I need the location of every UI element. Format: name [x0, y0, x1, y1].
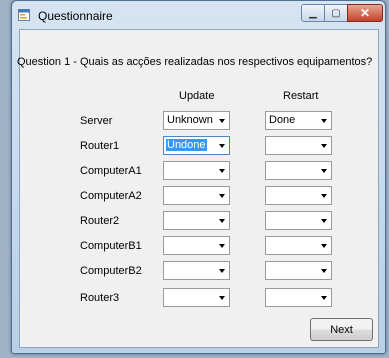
- update-combo-computera2[interactable]: [163, 186, 230, 205]
- next-button[interactable]: Next: [310, 318, 373, 341]
- chevron-down-icon: [321, 296, 327, 300]
- update-combo-server[interactable]: Unknown: [163, 111, 230, 130]
- restart-combo-router3[interactable]: [265, 288, 332, 307]
- row-label-server: Server: [80, 115, 113, 127]
- row-label-computera1: ComputerA1: [80, 165, 142, 177]
- restart-combo-computera2[interactable]: [265, 186, 332, 205]
- row-label-computera2: ComputerA2: [80, 190, 142, 202]
- row-label-computerb2: ComputerB2: [80, 265, 142, 277]
- column-header-restart: Restart: [283, 90, 319, 102]
- chevron-down-icon: [321, 269, 327, 273]
- maximize-button[interactable]: ▢: [324, 4, 348, 22]
- chevron-down-icon: [219, 194, 225, 198]
- row-label-computerb1: ComputerB1: [80, 240, 142, 252]
- chevron-down-icon: [321, 119, 327, 123]
- restart-combo-computerb2[interactable]: [265, 261, 332, 280]
- chevron-down-icon: [321, 194, 327, 198]
- update-combo-computerb2[interactable]: [163, 261, 230, 280]
- combo-value: Unknown: [167, 114, 213, 126]
- restart-combo-router1[interactable]: [265, 136, 332, 155]
- chevron-down-icon: [321, 219, 327, 223]
- restart-combo-computerb1[interactable]: [265, 236, 332, 255]
- row-label-router1: Router1: [80, 140, 120, 152]
- maximize-icon: ▢: [331, 7, 341, 19]
- window-title: Questionnaire: [38, 9, 113, 23]
- close-icon: ✕: [359, 6, 371, 20]
- close-button[interactable]: ✕: [347, 4, 383, 22]
- update-combo-router2[interactable]: [163, 211, 230, 230]
- combo-value: Undone: [166, 139, 207, 151]
- update-combo-computera1[interactable]: [163, 161, 230, 180]
- chevron-down-icon: [219, 219, 225, 223]
- chevron-down-icon: [321, 169, 327, 173]
- title-bar[interactable]: Questionnaire ▁ ▢ ✕: [12, 1, 385, 29]
- restart-combo-router2[interactable]: [265, 211, 332, 230]
- chevron-down-icon: [219, 296, 225, 300]
- form-icon: [18, 9, 30, 21]
- row-label-router3: Router3: [80, 292, 120, 304]
- chevron-down-icon: [219, 144, 225, 148]
- chevron-down-icon: [321, 244, 327, 248]
- chevron-down-icon: [219, 269, 225, 273]
- update-combo-router3[interactable]: [163, 288, 230, 307]
- minimize-icon: ▁: [309, 7, 317, 19]
- chevron-down-icon: [219, 119, 225, 123]
- restart-combo-server[interactable]: Done: [265, 111, 332, 130]
- question-label: Question 1 - Quais as acções realizadas …: [17, 56, 373, 68]
- chevron-down-icon: [321, 144, 327, 148]
- minimize-button[interactable]: ▁: [301, 4, 325, 22]
- chevron-down-icon: [219, 244, 225, 248]
- update-combo-computerb1[interactable]: [163, 236, 230, 255]
- chevron-down-icon: [219, 169, 225, 173]
- restart-combo-computera1[interactable]: [265, 161, 332, 180]
- combo-value: Done: [269, 114, 296, 126]
- update-combo-router1[interactable]: Undone: [163, 136, 230, 155]
- column-header-update: Update: [179, 90, 215, 102]
- row-label-router2: Router2: [80, 215, 120, 227]
